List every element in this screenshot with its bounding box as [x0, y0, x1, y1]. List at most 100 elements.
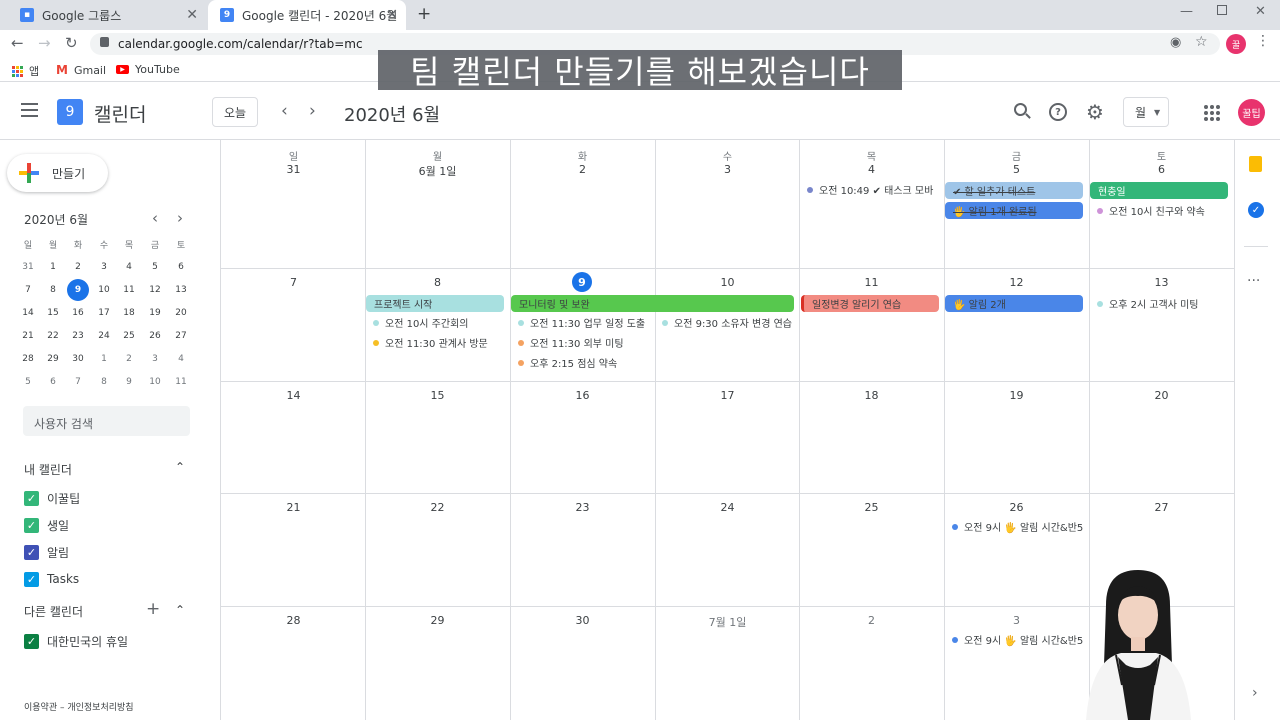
date-number[interactable]: 16	[510, 389, 655, 402]
mini-day-cell[interactable]: 22	[42, 325, 64, 347]
date-number[interactable]: 2	[799, 614, 944, 627]
event-chip[interactable]: 오전 11:30 외부 미팅	[518, 334, 653, 351]
date-number[interactable]: 14	[221, 389, 366, 402]
my-calendars-title[interactable]: 내 캘린더	[24, 461, 72, 478]
event-chip[interactable]: 오전 11:30 업무 일정 도출	[518, 314, 653, 331]
event-chip[interactable]: 현충일	[1090, 182, 1228, 199]
date-number[interactable]: 24	[655, 501, 800, 514]
date-number[interactable]: 19	[944, 389, 1089, 402]
date-number[interactable]: 7	[221, 276, 366, 289]
forward-icon[interactable]: →	[38, 34, 51, 52]
event-chip[interactable]: ✔ 할 일추가 테스트	[945, 182, 1083, 199]
event-chip[interactable]: 오후 2시 고객사 미팅	[1097, 295, 1232, 312]
settings-gear-icon[interactable]: ⚙	[1086, 100, 1104, 124]
mini-day-cell[interactable]: 6	[170, 256, 192, 278]
today-button[interactable]: 오늘	[212, 97, 258, 127]
date-number[interactable]: 26	[944, 501, 1089, 514]
date-number[interactable]: 6	[1089, 163, 1234, 176]
account-avatar[interactable]: 꿀팁	[1238, 99, 1265, 126]
mini-day-cell[interactable]: 3	[93, 256, 115, 278]
date-number[interactable]: 3	[944, 614, 1089, 627]
browser-tab-calendar[interactable]: 9 Google 캘린더 - 2020년 6월 ✕	[208, 0, 406, 30]
event-chip[interactable]: 모니터링 및 보완	[511, 295, 794, 312]
mini-prev-icon[interactable]: ‹	[152, 209, 158, 227]
bookmark-gmail[interactable]: M Gmail	[56, 63, 106, 77]
mini-day-cell[interactable]: 6	[42, 371, 64, 393]
new-tab-button[interactable]: +	[417, 4, 431, 24]
event-chip[interactable]: 오전 9:30 소유자 변경 연습	[662, 314, 797, 331]
mini-day-cell[interactable]: 9	[118, 371, 140, 393]
help-icon[interactable]: ?	[1049, 103, 1067, 121]
mini-day-cell[interactable]: 12	[144, 279, 166, 301]
mini-next-icon[interactable]: ›	[177, 209, 183, 227]
checkbox-icon[interactable]: ✓	[24, 517, 39, 533]
mini-day-cell[interactable]: 1	[42, 256, 64, 278]
mini-day-cell[interactable]: 7	[67, 371, 89, 393]
mini-day-cell[interactable]: 18	[118, 302, 140, 324]
close-tab-icon[interactable]: ✕	[386, 7, 398, 23]
mini-day-cell[interactable]: 11	[118, 279, 140, 301]
mini-day-cell[interactable]: 5	[17, 371, 39, 393]
date-number[interactable]: 28	[221, 614, 366, 627]
bookmark-apps[interactable]: 앱	[12, 63, 39, 79]
search-people-input[interactable]: 사용자 검색	[23, 406, 190, 436]
collapse-chevron-icon[interactable]: ⌃	[175, 603, 185, 617]
checkbox-icon[interactable]: ✓	[24, 490, 39, 506]
date-number[interactable]: 13	[1089, 276, 1234, 289]
date-number[interactable]: 31	[221, 163, 366, 176]
date-number[interactable]: 7월 1일	[655, 614, 800, 630]
today-date-number[interactable]: 9	[572, 272, 592, 292]
date-number[interactable]: 6월 1일	[365, 163, 510, 179]
mini-day-cell[interactable]: 10	[144, 371, 166, 393]
more-addons-icon[interactable]: ···	[1247, 273, 1260, 289]
mini-day-cell[interactable]: 5	[144, 256, 166, 278]
date-number[interactable]: 5	[944, 163, 1089, 176]
date-number[interactable]: 15	[365, 389, 510, 402]
calendar-item-holidays[interactable]: ✓ 대한민국의 휴일	[24, 632, 128, 650]
date-number[interactable]: 12	[944, 276, 1089, 289]
date-number[interactable]: 2	[510, 163, 655, 176]
date-number[interactable]: 25	[799, 501, 944, 514]
eye-icon[interactable]: ◉	[1170, 35, 1181, 50]
mini-day-cell[interactable]: 8	[42, 279, 64, 301]
mini-day-cell[interactable]: 10	[93, 279, 115, 301]
google-apps-icon[interactable]	[1204, 105, 1220, 121]
date-number[interactable]: 17	[655, 389, 800, 402]
mini-day-cell[interactable]: 25	[118, 325, 140, 347]
tasks-icon[interactable]: ✓	[1248, 202, 1264, 218]
add-calendar-icon[interactable]: +	[146, 599, 160, 619]
event-chip[interactable]: 오전 9시 🖐 알림 시간&반5	[952, 518, 1087, 535]
star-icon[interactable]: ☆	[1195, 34, 1208, 50]
event-chip[interactable]: 오전 10:49 ✔ 태스크 모바	[807, 181, 947, 198]
bookmark-youtube[interactable]: ▶ YouTube	[116, 63, 180, 76]
close-tab-icon[interactable]: ✕	[186, 7, 198, 23]
mini-day-cell[interactable]: 19	[144, 302, 166, 324]
mini-day-cell[interactable]: 7	[17, 279, 39, 301]
mini-day-cell[interactable]: 16	[67, 302, 89, 324]
mini-day-cell[interactable]: 26	[144, 325, 166, 347]
date-number[interactable]: 4	[799, 163, 944, 176]
event-chip[interactable]: 오후 2:15 점심 약속	[518, 354, 653, 371]
mini-day-cell[interactable]: 30	[67, 348, 89, 370]
event-chip[interactable]: 🖐 알림 2개	[945, 295, 1083, 312]
mini-day-cell[interactable]: 1	[93, 348, 115, 370]
mini-day-cell[interactable]: 21	[17, 325, 39, 347]
mini-day-cell[interactable]: 29	[42, 348, 64, 370]
mini-day-cell[interactable]: 13	[170, 279, 192, 301]
mini-day-cell[interactable]: 8	[93, 371, 115, 393]
date-number[interactable]: 11	[799, 276, 944, 289]
mini-day-cell[interactable]: 4	[118, 256, 140, 278]
date-number[interactable]: 3	[655, 163, 800, 176]
collapse-chevron-icon[interactable]: ⌃	[175, 460, 185, 474]
date-number[interactable]: 23	[510, 501, 655, 514]
date-number[interactable]: 10	[655, 276, 800, 289]
mini-day-cell[interactable]: 27	[170, 325, 192, 347]
mini-day-cell[interactable]: 20	[170, 302, 192, 324]
mini-day-cell[interactable]: 23	[67, 325, 89, 347]
event-chip[interactable]: 오전 9시 🖐 알림 시간&반5	[952, 631, 1087, 648]
other-calendars-title[interactable]: 다른 캘린더	[24, 603, 83, 620]
mini-day-cell[interactable]: 14	[17, 302, 39, 324]
event-chip[interactable]: 프로젝트 시작	[366, 295, 504, 312]
calendar-item-birthdays[interactable]: ✓ 생일	[24, 516, 69, 534]
checkbox-icon[interactable]: ✓	[24, 544, 39, 560]
